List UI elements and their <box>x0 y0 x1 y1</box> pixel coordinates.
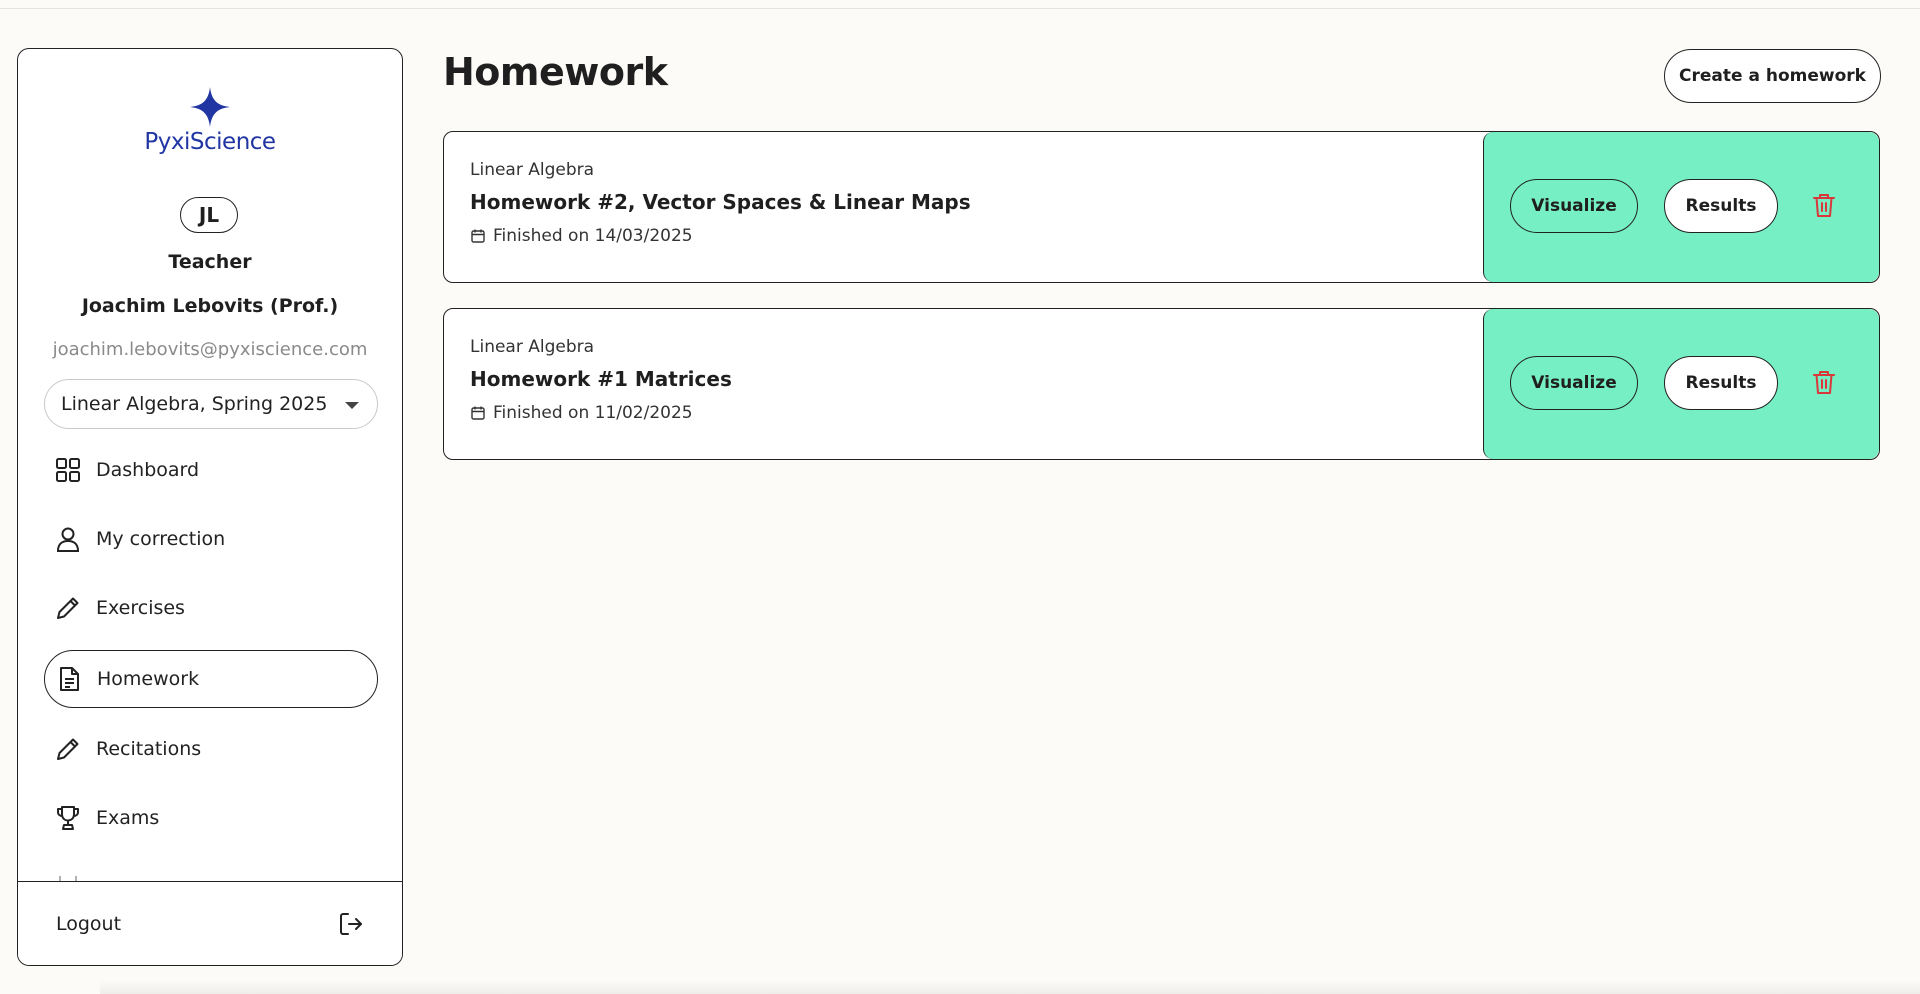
sidebar-item-dashboard[interactable]: Dashboard <box>44 441 378 499</box>
visualize-button[interactable]: Visualize <box>1510 356 1638 410</box>
homework-course: Linear Algebra <box>470 160 595 180</box>
calendar-icon <box>471 406 485 420</box>
sidebar-item-exams[interactable]: Exams <box>44 789 378 847</box>
user-name: Joachim Lebovits (Prof.) <box>81 295 339 317</box>
trash-icon[interactable] <box>1810 368 1838 396</box>
homework-actions: Visualize Results <box>1483 132 1879 282</box>
trophy-icon <box>57 806 79 830</box>
pencil-icon <box>57 597 79 619</box>
user-icon <box>56 527 80 552</box>
logout-button[interactable]: Logout <box>18 881 402 965</box>
homework-card: Linear Algebra Homework #2, Vector Space… <box>443 131 1880 283</box>
sidebar: PyxiScience JL Teacher Joachim Lebovits … <box>17 48 403 966</box>
sidebar-item-label: Dashboard <box>96 459 200 481</box>
dashboard-grid-icon <box>56 458 80 482</box>
caret-down-icon <box>345 402 359 409</box>
calendar-icon <box>471 229 485 243</box>
homework-course: Linear Algebra <box>470 337 595 357</box>
document-icon <box>60 667 79 691</box>
homework-date: Finished on 11/02/2025 <box>470 403 732 423</box>
course-select-value: Linear Algebra, Spring 2025 <box>61 393 328 415</box>
avatar[interactable]: JL <box>180 197 238 233</box>
logout-icon <box>340 912 362 935</box>
homework-info: Linear Algebra Homework #1 Matrices Fini… <box>470 337 732 423</box>
course-select[interactable]: Linear Algebra, Spring 2025 <box>44 379 378 429</box>
bottom-shadow <box>100 980 1920 994</box>
user-email: joachim.lebovits@pyxiscience.com <box>52 339 368 360</box>
top-border <box>0 0 1920 9</box>
homework-card: Linear Algebra Homework #1 Matrices Fini… <box>443 308 1880 460</box>
homework-title: Homework #2, Vector Spaces & Linear Maps <box>470 190 971 214</box>
create-homework-button[interactable]: Create a homework <box>1664 49 1881 103</box>
sidebar-item-label: Recitations <box>96 738 202 760</box>
homework-info: Linear Algebra Homework #2, Vector Space… <box>470 160 971 246</box>
homework-date: Finished on 14/03/2025 <box>470 226 971 246</box>
results-button[interactable]: Results <box>1664 179 1778 233</box>
sidebar-item-label: My correction <box>96 528 226 550</box>
sidebar-item-recitations[interactable]: Recitations <box>44 720 378 778</box>
homework-date-text: Finished on 11/02/2025 <box>493 403 693 423</box>
results-button[interactable]: Results <box>1664 356 1778 410</box>
page-title: Homework <box>443 50 668 94</box>
trash-icon[interactable] <box>1810 191 1838 219</box>
pencil-icon <box>57 738 79 760</box>
sidebar-item-homework[interactable]: Homework <box>44 650 378 708</box>
sidebar-item-label: Homework <box>97 668 200 690</box>
homework-date-text: Finished on 14/03/2025 <box>493 226 693 246</box>
sidebar-item-label: Exercises <box>96 597 185 619</box>
logout-label: Logout <box>56 912 122 935</box>
star-logo-icon <box>190 87 230 127</box>
sidebar-item-my-correction[interactable]: My correction <box>44 510 378 568</box>
user-role: Teacher <box>168 251 252 273</box>
brand-logo[interactable]: PyxiScience <box>18 87 402 155</box>
brand-name: PyxiScience <box>144 129 276 155</box>
sidebar-item-exercises[interactable]: Exercises <box>44 579 378 637</box>
visualize-button[interactable]: Visualize <box>1510 179 1638 233</box>
homework-title: Homework #1 Matrices <box>470 367 732 391</box>
homework-actions: Visualize Results <box>1483 309 1879 459</box>
sidebar-item-label: Exams <box>96 807 160 829</box>
